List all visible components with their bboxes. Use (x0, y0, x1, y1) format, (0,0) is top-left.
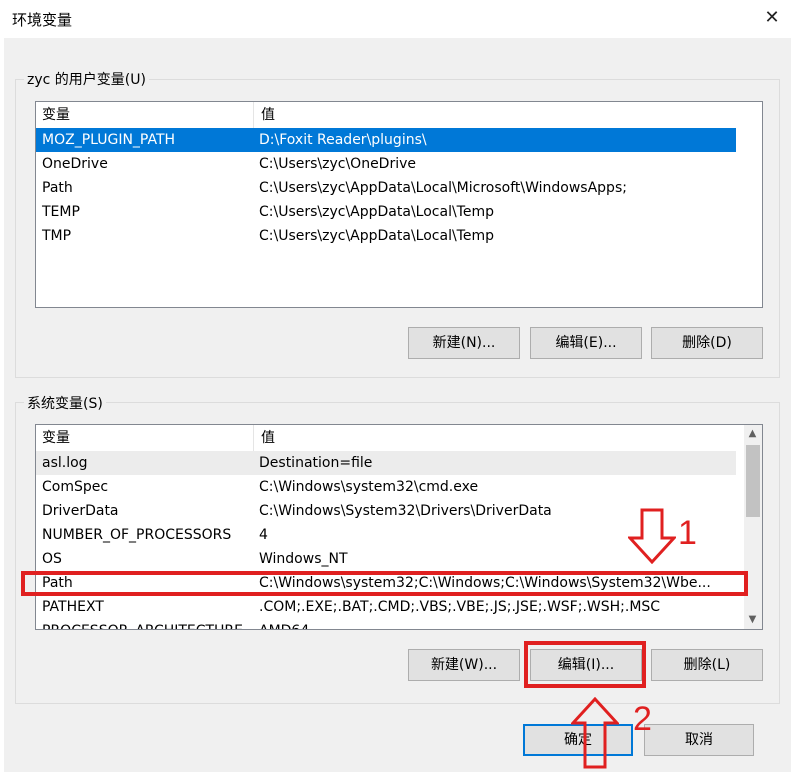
variable-value: AMD64 (259, 619, 309, 629)
user-delete-button[interactable]: 删除(D) (651, 327, 763, 359)
variable-name: ComSpec (42, 479, 109, 495)
system-list-scrollbar[interactable]: ▲ ▼ (744, 425, 762, 629)
user-edit-button[interactable]: 编辑(E)... (530, 327, 642, 359)
variable-name: NUMBER_OF_PROCESSORS (42, 527, 232, 543)
variable-name: TMP (42, 228, 72, 244)
variable-value: C:\Users\zyc\AppData\Local\Temp (259, 204, 494, 220)
table-row[interactable]: PATHEXT .COM;.EXE;.BAT;.CMD;.VBS;.VBE;.JS… (36, 595, 736, 619)
table-row[interactable]: MOZ_PLUGIN_PATH D:\Foxit Reader\plugins\ (36, 128, 736, 152)
scroll-down-icon[interactable]: ▼ (744, 611, 761, 628)
variable-name: asl.log (42, 455, 88, 471)
cancel-button[interactable]: 取消 (644, 724, 754, 756)
system-list-header: 变量 值 (36, 425, 744, 451)
variable-value: C:\Windows\System32\Drivers\DriverData (259, 503, 552, 519)
variable-value: C:\Users\zyc\AppData\Local\Microsoft\Win… (259, 180, 627, 196)
user-list-header: 变量 值 (36, 102, 762, 128)
user-variables-label: zyc 的用户变量(U) (24, 69, 149, 89)
variable-name: TEMP (42, 204, 80, 220)
column-header-value[interactable]: 值 (255, 425, 735, 451)
table-row[interactable]: TMP C:\Users\zyc\AppData\Local\Temp (36, 224, 736, 248)
dialog-client: zyc 的用户变量(U) 变量 值 MOZ_PLUGIN_PATH D:\Foxi… (4, 38, 791, 772)
user-variables-list[interactable]: 变量 值 MOZ_PLUGIN_PATH D:\Foxit Reader\plug… (35, 101, 763, 308)
column-header-variable[interactable]: 变量 (36, 102, 254, 128)
annotation-step-1: 1 (678, 514, 697, 552)
edit-button-highlight (524, 641, 646, 688)
system-new-button[interactable]: 新建(W)... (408, 649, 520, 681)
up-arrow-icon (571, 697, 619, 769)
system-variables-label: 系统变量(S) (24, 393, 106, 413)
user-new-button[interactable]: 新建(N)... (408, 327, 520, 359)
variable-value: C:\Users\zyc\AppData\Local\Temp (259, 228, 494, 244)
annotation-step-2: 2 (633, 700, 652, 738)
variable-value: D:\Foxit Reader\plugins\ (259, 132, 427, 148)
table-row[interactable]: TEMP C:\Users\zyc\AppData\Local\Temp (36, 200, 736, 224)
title-bar: 环境变量 ✕ (0, 0, 795, 38)
path-row-highlight (21, 571, 748, 596)
variable-name: PROCESSOR_ARCHITECTURE (42, 619, 243, 629)
table-row[interactable]: PROCESSOR_ARCHITECTURE AMD64 (36, 619, 736, 629)
variable-value: Windows_NT (259, 551, 348, 567)
variable-value: .COM;.EXE;.BAT;.CMD;.VBS;.VBE;.JS;.JSE;.… (259, 599, 661, 615)
table-row[interactable]: asl.log Destination=file (36, 451, 736, 475)
close-icon[interactable]: ✕ (755, 2, 789, 34)
variable-value: C:\Users\zyc\OneDrive (259, 156, 417, 172)
table-row[interactable]: ComSpec C:\Windows\system32\cmd.exe (36, 475, 736, 499)
down-arrow-icon (628, 508, 676, 564)
variable-name: MOZ_PLUGIN_PATH (42, 132, 176, 148)
column-header-variable[interactable]: 变量 (36, 425, 254, 451)
scroll-thumb[interactable] (746, 445, 760, 517)
variable-value: C:\Windows\system32\cmd.exe (259, 479, 479, 495)
system-delete-button[interactable]: 删除(L) (651, 649, 763, 681)
table-row[interactable]: OneDrive C:\Users\zyc\OneDrive (36, 152, 736, 176)
variable-name: OS (42, 551, 62, 567)
variable-name: PATHEXT (42, 599, 104, 615)
variable-name: DriverData (42, 503, 119, 519)
variable-value: Destination=file (259, 455, 373, 471)
variable-value: 4 (259, 527, 268, 543)
column-header-value[interactable]: 值 (255, 102, 735, 128)
variable-name: Path (42, 180, 73, 196)
window-title: 环境变量 (12, 11, 73, 29)
table-row[interactable]: Path C:\Users\zyc\AppData\Local\Microsoft… (36, 176, 736, 200)
variable-name: OneDrive (42, 156, 108, 172)
scroll-up-icon[interactable]: ▲ (744, 425, 761, 442)
